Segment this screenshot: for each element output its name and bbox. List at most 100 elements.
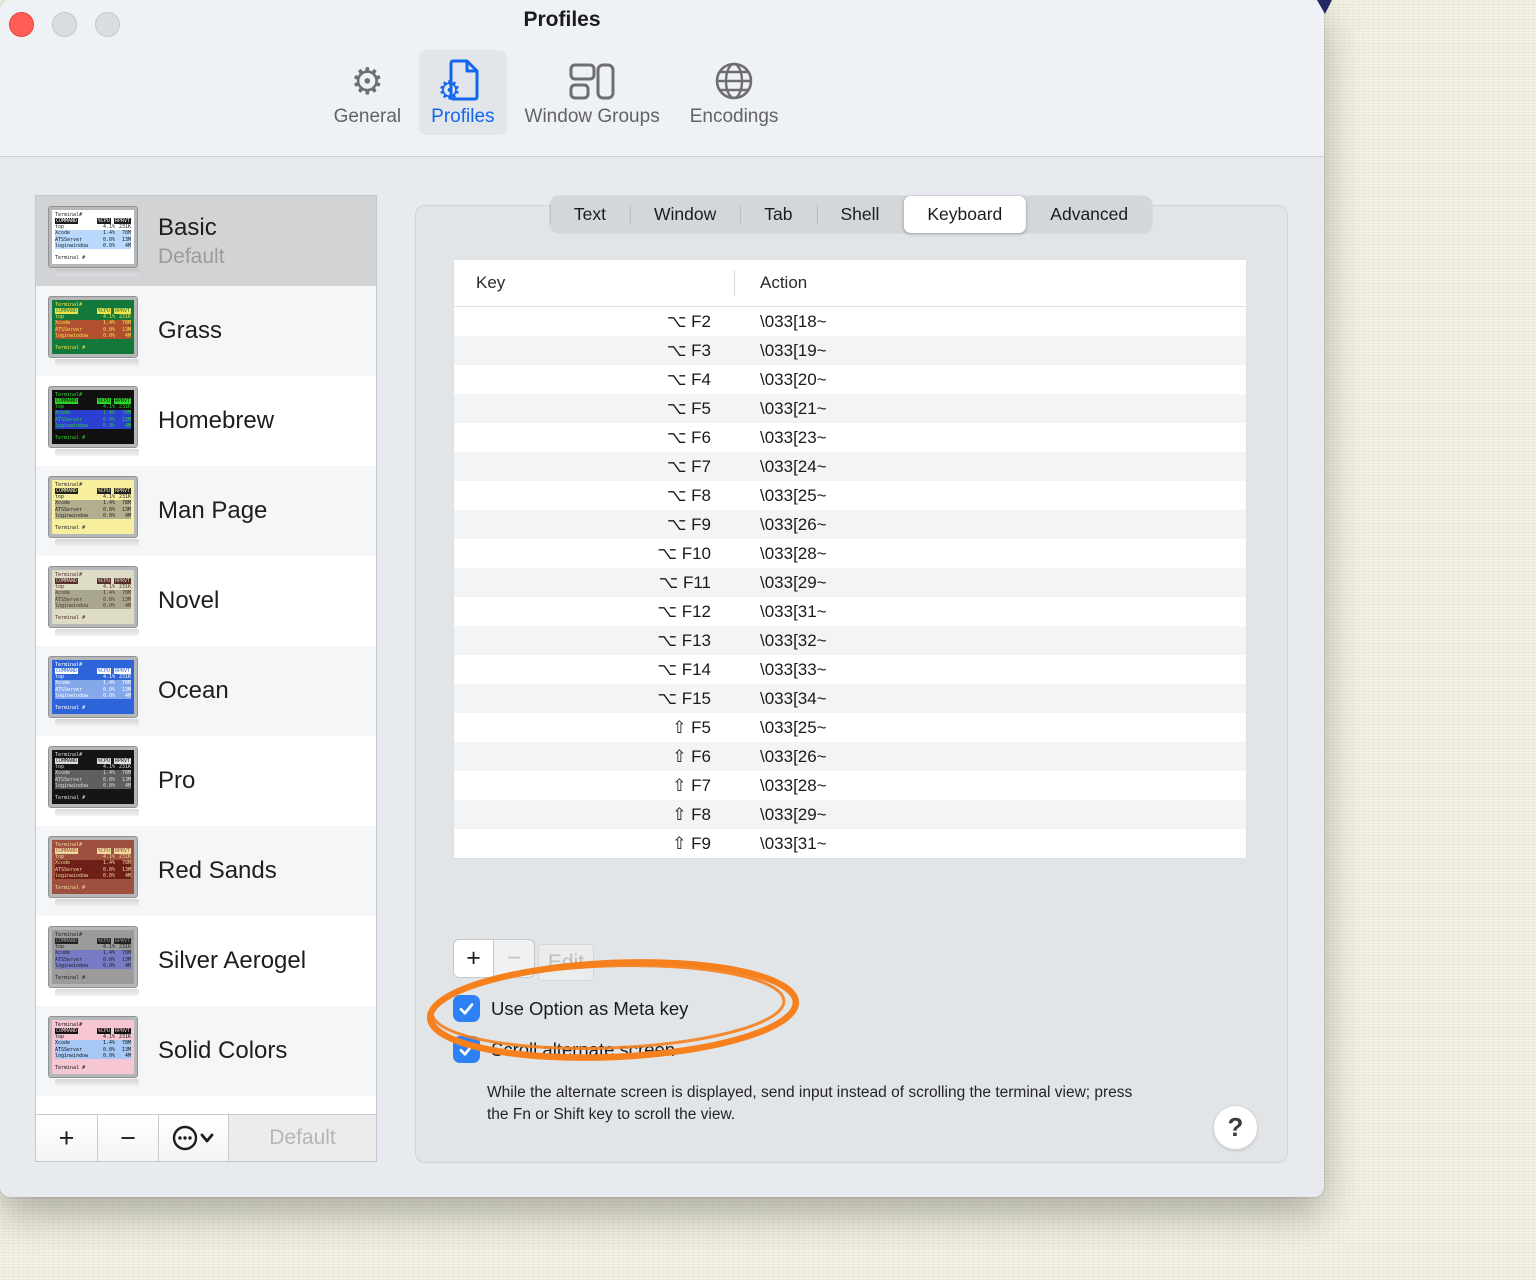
table-row[interactable]: ⇧ F7 \033[28~ [454,771,1246,800]
profile-name: Novel [158,587,220,614]
profile-name: Red Sands [158,857,277,884]
action-cell: \033[20~ [760,369,827,389]
action-cell: \033[29~ [760,572,827,592]
table-row[interactable]: ⌥ F13 \033[32~ [454,626,1246,655]
table-row[interactable]: ⇧ F9 \033[31~ [454,829,1246,858]
table-row[interactable]: ⌥ F12 \033[31~ [454,597,1246,626]
profile-list: Terminal# COMMAND %CPU RPRVT top 4.1% 231K… [35,195,377,1162]
profile-list-footer: + − Default [36,1114,376,1161]
action-cell: \033[25~ [760,485,827,505]
table-row[interactable]: ⌥ F11 \033[29~ [454,568,1246,597]
globe-icon [713,58,755,102]
tab-text[interactable]: Text [549,196,630,233]
profile-text: Novel [158,587,219,615]
toolbar-item-window-groups[interactable]: Window Groups [513,50,672,135]
toolbar-item-general[interactable]: ⚙ General [322,50,414,135]
profile-name: Pro [158,767,196,794]
checkbox-checked-icon[interactable] [453,995,480,1022]
key-cell: ⌥ F10 [657,543,711,563]
table-row[interactable]: ⌥ F15 \033[34~ [454,684,1246,713]
table-row[interactable]: ⌥ F4 \033[20~ [454,365,1246,394]
toolbar: ⚙ General ⚙ Profiles Window Groups Encod… [0,50,1112,135]
profile-row-grass[interactable]: Terminal# COMMAND %CPU RPRVT top 4.1% 231K… [36,286,376,376]
table-row[interactable]: ⇧ F5 \033[25~ [454,713,1246,742]
table-row[interactable]: ⌥ F10 \033[28~ [454,539,1246,568]
table-actions: + − Edit [453,939,594,981]
profile-row-basic[interactable]: Terminal# COMMAND %CPU RPRVT top 4.1% 231K… [36,196,376,286]
titlebar: Profiles ⚙ General ⚙ Profiles Window Gro… [0,0,1324,157]
action-cell: \033[34~ [760,688,827,708]
tab-tab[interactable]: Tab [740,196,816,233]
profile-name: Ocean [158,677,229,704]
table-row[interactable]: ⇧ F8 \033[29~ [454,800,1246,829]
key-cell: ⌥ F3 [666,340,711,360]
action-cell: \033[29~ [760,804,827,824]
ellipsis-circle-chevron-icon [172,1125,213,1151]
table-row[interactable]: ⌥ F5 \033[21~ [454,394,1246,423]
add-profile-button[interactable]: + [36,1115,98,1161]
default-button[interactable]: Default [229,1115,376,1161]
toolbar-item-profiles[interactable]: ⚙ Profiles [419,50,507,135]
toolbar-label: General [333,106,402,127]
toolbar-label: Encodings [689,106,779,127]
profile-row-man-page[interactable]: Terminal# COMMAND %CPU RPRVT top 4.1% 231K… [36,466,376,556]
key-cell: ⌥ F6 [666,427,711,447]
profile-text: Man Page [158,497,267,525]
profile-row-solid-colors[interactable]: Terminal# COMMAND %CPU RPRVT top 4.1% 231K… [36,1006,376,1096]
profile-row-silver-aerogel[interactable]: Terminal# COMMAND %CPU RPRVT top 4.1% 231K… [36,916,376,1006]
terminal-thumbnail: Terminal# COMMAND %CPU RPRVT top 4.1% 231K… [48,565,145,636]
profile-text: Pro [158,767,195,795]
checkbox-label[interactable]: Scroll alternate screen [491,1039,675,1061]
profile-text: Basic Default [158,214,225,269]
table-row[interactable]: ⌥ F6 \033[23~ [454,423,1246,452]
key-cell: ⌥ F9 [666,514,711,534]
profile-row-pro[interactable]: Terminal# COMMAND %CPU RPRVT top 4.1% 231K… [36,736,376,826]
terminal-thumbnail: Terminal# COMMAND %CPU RPRVT top 4.1% 231K… [48,655,145,726]
table-row[interactable]: ⌥ F7 \033[24~ [454,452,1246,481]
key-cell: ⌥ F12 [657,601,711,621]
tab-advanced[interactable]: Advanced [1026,196,1152,233]
keyboard-shortcut-table: Key Action ⌥ F2 \033[18~ ⌥ F3 \033[19~ ⌥… [453,259,1247,859]
terminal-thumbnail: Terminal# COMMAND %CPU RPRVT top 4.1% 231K… [48,925,145,996]
terminal-thumbnail: Terminal# COMMAND %CPU RPRVT top 4.1% 231K… [48,205,145,276]
action-cell: \033[21~ [760,398,827,418]
checkbox-checked-icon[interactable] [453,1036,480,1063]
scroll-alternate-screen-checkbox-row: Scroll alternate screen [453,1036,675,1063]
profile-name: Silver Aerogel [158,947,307,974]
remove-profile-button[interactable]: − [98,1115,159,1161]
profile-row-homebrew[interactable]: Terminal# COMMAND %CPU RPRVT top 4.1% 231K… [36,376,376,466]
checkbox-label[interactable]: Use Option as Meta key [491,998,688,1020]
action-cell: \033[28~ [760,543,827,563]
tab-window[interactable]: Window [629,196,740,233]
tab-shell[interactable]: Shell [816,196,903,233]
key-cell: ⌥ F5 [666,398,711,418]
key-cell: ⇧ F6 [672,746,711,766]
table-row[interactable]: ⌥ F8 \033[25~ [454,481,1246,510]
table-row[interactable]: ⇧ F6 \033[26~ [454,742,1246,771]
table-row[interactable]: ⌥ F14 \033[33~ [454,655,1246,684]
terminal-thumbnail: Terminal# COMMAND %CPU RPRVT top 4.1% 231K… [48,835,145,906]
profile-row-ocean[interactable]: Terminal# COMMAND %CPU RPRVT top 4.1% 231K… [36,646,376,736]
profile-row-novel[interactable]: Terminal# COMMAND %CPU RPRVT top 4.1% 231K… [36,556,376,646]
tab-keyboard[interactable]: Keyboard [903,196,1027,233]
profile-row-red-sands[interactable]: Terminal# COMMAND %CPU RPRVT top 4.1% 231K… [36,826,376,916]
remove-shortcut-button[interactable]: − [494,939,535,978]
action-cell: \033[24~ [760,456,827,476]
window-groups-icon [569,58,615,102]
table-row[interactable]: ⌥ F3 \033[19~ [454,336,1246,365]
toolbar-item-encodings[interactable]: Encodings [678,50,791,135]
help-button[interactable]: ? [1213,1105,1258,1150]
table-row[interactable]: ⌥ F9 \033[26~ [454,510,1246,539]
key-cell: ⌥ F11 [658,572,711,592]
profile-text: Silver Aerogel [158,947,306,975]
profile-name: Man Page [158,497,268,524]
add-shortcut-button[interactable]: + [453,939,494,978]
key-cell: ⌥ F14 [657,659,711,679]
profile-settings-panel: Key Action ⌥ F2 \033[18~ ⌥ F3 \033[19~ ⌥… [415,205,1288,1163]
table-row[interactable]: ⌥ F2 \033[18~ [454,307,1246,336]
more-options-button[interactable] [159,1115,229,1161]
action-cell: \033[28~ [760,775,827,795]
column-header-action: Action [760,273,808,292]
edit-shortcut-button[interactable]: Edit [538,944,594,981]
profile-name: Solid Colors [158,1037,288,1064]
